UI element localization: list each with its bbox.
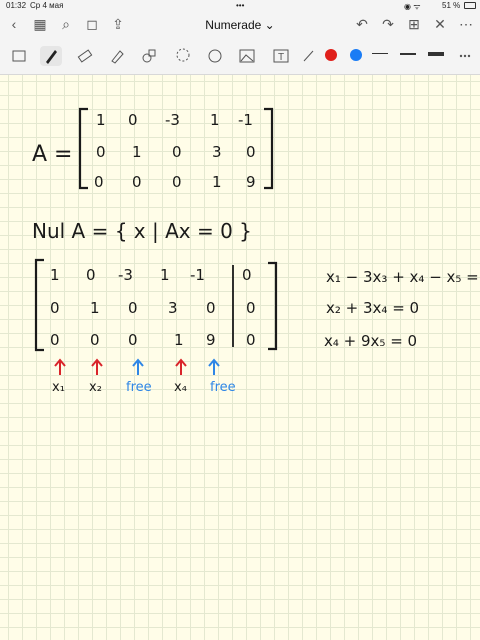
matrix-a-entries: 1 0 -3 1 -1 0 1 0 3 0 0 0 0 1 9 bbox=[94, 111, 256, 191]
pen-size-thick[interactable] bbox=[428, 52, 444, 56]
pen-size-medium[interactable] bbox=[400, 53, 416, 55]
aug-cell: 0 bbox=[206, 299, 216, 317]
column-labels: x₁ x₂ free x₄ free bbox=[52, 380, 236, 395]
laser-icon[interactable] bbox=[298, 46, 320, 66]
matrix-a-cell: 9 bbox=[246, 173, 256, 191]
pen-tool-icon[interactable] bbox=[40, 46, 62, 66]
equation-1: x₁ − 3x₃ + x₄ − x₅ = 0 bbox=[326, 268, 480, 286]
matrix-a-cell: -1 bbox=[238, 111, 253, 129]
matrix-a-left-bracket bbox=[78, 107, 88, 190]
column-label-free: free bbox=[126, 380, 152, 395]
aug-cell: 9 bbox=[206, 331, 216, 349]
matrix-a-cell: 1 bbox=[132, 143, 142, 161]
aug-right-bracket bbox=[268, 261, 278, 351]
image-icon[interactable] bbox=[236, 46, 258, 66]
aug-cell: 1 bbox=[174, 331, 184, 349]
column-label-x2: x₂ bbox=[89, 380, 102, 395]
highlighter-icon[interactable] bbox=[106, 46, 128, 66]
handwritten-notes: A = 1 0 -3 1 -1 0 1 0 3 0 0 0 0 1 9 Nul … bbox=[32, 107, 480, 395]
matrix-a-cell: 0 bbox=[172, 173, 182, 191]
text-icon[interactable]: T bbox=[270, 46, 292, 66]
pen-size-fine[interactable] bbox=[372, 53, 388, 54]
matrix-a-right-bracket bbox=[264, 107, 274, 190]
free-arrow-blue bbox=[208, 358, 220, 375]
matrix-a-cell: 1 bbox=[96, 111, 106, 129]
eraser-icon[interactable] bbox=[74, 46, 96, 66]
aug-cell: -3 bbox=[118, 266, 133, 284]
handle-dots: ••• bbox=[236, 1, 245, 10]
equation-2: x₂ + 3x₄ = 0 bbox=[326, 299, 419, 317]
toolbar-more-icon[interactable] bbox=[454, 46, 476, 66]
matrix-a-cell: 1 bbox=[210, 111, 220, 129]
aug-cell: 1 bbox=[90, 299, 100, 317]
column-label-free: free bbox=[210, 380, 236, 395]
lasso-icon[interactable] bbox=[172, 46, 194, 66]
status-bar: 01:32 Ср 4 мая ••• ◉ ᯤ 51 % bbox=[0, 0, 480, 12]
aug-matrix-entries: 1 0 -3 1 -1 0 1 0 3 0 0 0 0 1 9 0 0 0 bbox=[50, 266, 256, 349]
matrix-a-label: A = bbox=[32, 142, 72, 167]
matrix-a-cell: 0 bbox=[246, 143, 256, 161]
status-battery: 51 % bbox=[442, 1, 461, 10]
aug-rhs-cell: 0 bbox=[242, 266, 252, 284]
matrix-a-cell: 3 bbox=[212, 143, 222, 161]
sticker-icon[interactable] bbox=[204, 46, 226, 66]
matrix-a-cell: 0 bbox=[172, 143, 182, 161]
aug-cell: 0 bbox=[128, 331, 138, 349]
nul-a-definition: Nul A = { x | Ax = 0 } bbox=[32, 219, 252, 243]
aug-cell: 0 bbox=[90, 331, 100, 349]
aug-left-bracket bbox=[34, 258, 44, 352]
reader-icon[interactable] bbox=[8, 46, 30, 66]
column-label-x1: x₁ bbox=[52, 380, 65, 395]
battery-icon bbox=[464, 2, 476, 9]
aug-cell: 0 bbox=[50, 331, 60, 349]
blue-color-swatch[interactable] bbox=[350, 49, 362, 61]
matrix-a-cell: 1 bbox=[212, 173, 222, 191]
matrix-a-cell: -3 bbox=[165, 111, 180, 129]
matrix-a-cell: 0 bbox=[128, 111, 138, 129]
add-page-icon[interactable]: ⊞ bbox=[404, 15, 424, 35]
redo-icon[interactable]: ↷ bbox=[378, 15, 398, 35]
aug-cell: 1 bbox=[160, 266, 170, 284]
aug-cell: -1 bbox=[190, 266, 205, 284]
equation-3: x₄ + 9x₅ = 0 bbox=[324, 332, 417, 350]
equations: x₁ − 3x₃ + x₄ − x₅ = 0 x₂ + 3x₄ = 0 x₄ +… bbox=[324, 268, 480, 350]
close-icon[interactable]: ✕ bbox=[430, 15, 450, 35]
undo-icon[interactable]: ↶ bbox=[352, 15, 372, 35]
aug-rhs-cell: 0 bbox=[246, 299, 256, 317]
red-color-swatch[interactable] bbox=[325, 49, 337, 61]
aug-cell: 1 bbox=[50, 266, 60, 284]
aug-cell: 0 bbox=[86, 266, 96, 284]
free-arrow-blue bbox=[132, 358, 144, 375]
aug-cell: 0 bbox=[128, 299, 138, 317]
matrix-a-cell: 0 bbox=[94, 173, 104, 191]
matrix-a-cell: 0 bbox=[132, 173, 142, 191]
pivot-arrow-red bbox=[175, 358, 187, 375]
shapes-icon[interactable] bbox=[138, 46, 160, 66]
pivot-arrow-red bbox=[54, 358, 66, 375]
status-date: Ср 4 мая bbox=[30, 1, 64, 10]
aug-cell: 0 bbox=[50, 299, 60, 317]
status-time: 01:32 bbox=[6, 1, 27, 10]
pivot-arrows bbox=[54, 358, 220, 375]
aug-cell: 3 bbox=[168, 299, 178, 317]
pivot-arrow-red bbox=[91, 358, 103, 375]
column-label-x4: x₄ bbox=[174, 380, 187, 395]
matrix-a-cell: 0 bbox=[96, 143, 106, 161]
more-icon[interactable]: ⋯ bbox=[456, 15, 476, 35]
status-icons: ◉ ᯤ bbox=[404, 2, 421, 11]
aug-rhs-cell: 0 bbox=[246, 331, 256, 349]
svg-text:T: T bbox=[278, 52, 284, 63]
